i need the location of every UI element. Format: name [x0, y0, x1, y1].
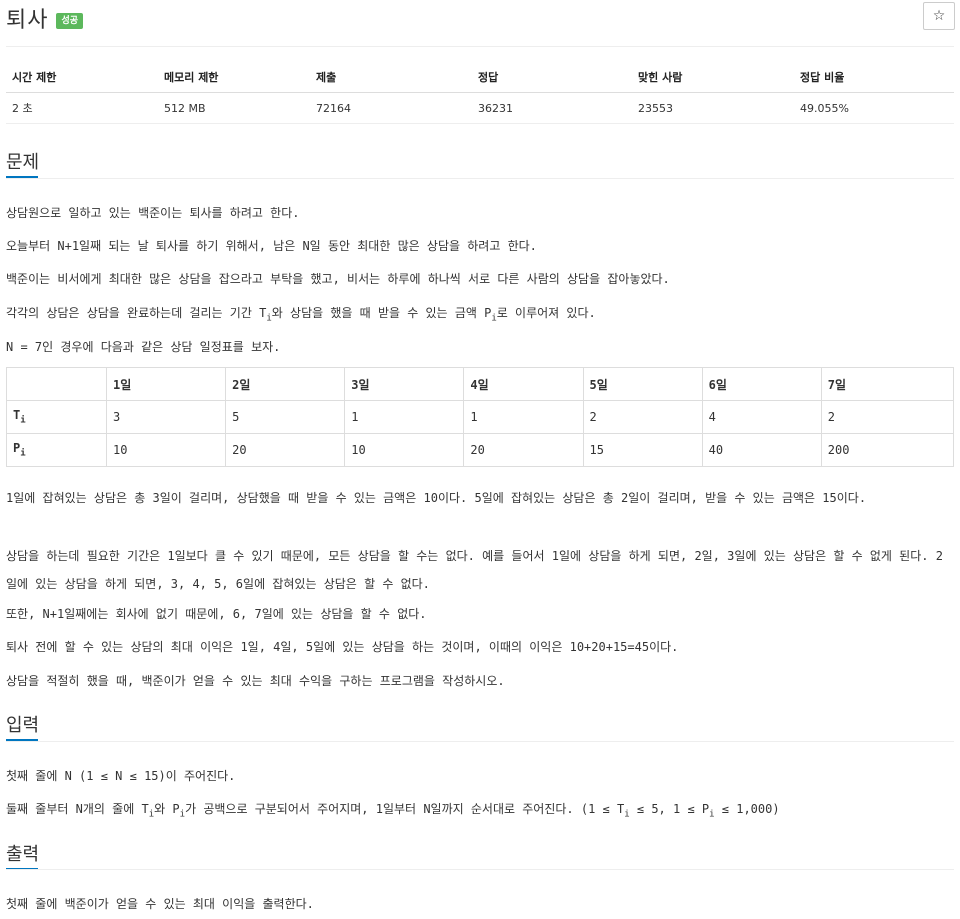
schedule-row-t: Ti 3 5 1 1 2 4 2 — [6, 400, 955, 434]
stats-value: 72164 — [310, 92, 472, 124]
schedule-cell: 10 — [344, 433, 465, 467]
favorite-button[interactable]: ☆ — [923, 2, 955, 30]
schedule-day-header: 4일 — [463, 367, 584, 401]
schedule-cell: 40 — [701, 433, 822, 467]
stats-header: 메모리 제한 — [158, 62, 310, 93]
text: ≤ 5, 1 ≤ P — [629, 802, 710, 816]
section-title: 출력 — [6, 844, 40, 865]
stats-table: 시간 제한 메모리 제한 제출 정답 맞힌 사람 정답 비율 2 초 512 M… — [6, 62, 954, 124]
divider — [6, 46, 954, 47]
stats-header: 제출 — [310, 62, 472, 93]
subscript: i — [20, 448, 26, 459]
section-title: 문제 — [6, 152, 40, 173]
schedule-table: 1일 2일 3일 4일 5일 6일 7일 Ti 3 5 1 1 2 4 2 Pi… — [6, 367, 955, 467]
schedule-cell: 2 — [820, 400, 955, 434]
schedule-corner-cell — [6, 367, 107, 401]
schedule-cell: 15 — [582, 433, 703, 467]
schedule-cell: 20 — [225, 433, 346, 467]
description-paragraph: 상담을 하는데 필요한 기간은 1일보다 클 수 있기 때문에, 모든 상담을 … — [6, 549, 943, 591]
output-paragraph: 첫째 줄에 백준이가 얻을 수 있는 최대 이익을 출력한다. — [6, 897, 314, 911]
text: 로 이루어져 있다. — [496, 306, 596, 320]
text: 가 공백으로 구분되어서 주어지며, 1일부터 N일까지 순서대로 주어진다. … — [185, 802, 625, 816]
description-paragraph: 상담원으로 일하고 있는 백준이는 퇴사를 하려고 한다. — [6, 206, 300, 220]
stats-value: 36231 — [472, 92, 632, 124]
input-paragraph: 첫째 줄에 N (1 ≤ N ≤ 15)이 주어진다. — [6, 769, 236, 783]
schedule-row-p: Pi 10 20 10 20 15 40 200 — [6, 433, 955, 467]
stats-value: 512 MB — [158, 92, 310, 124]
description-paragraph: 오늘부터 N+1일째 되는 날 퇴사를 하기 위해서, 남은 N일 동안 최대한… — [6, 239, 537, 253]
description-paragraph: 상담을 적절히 했을 때, 백준이가 얻을 수 있는 최대 수익을 구하는 프로… — [6, 674, 505, 688]
divider — [6, 869, 954, 870]
status-badge: 성공 — [56, 13, 84, 29]
schedule-day-header: 2일 — [225, 367, 346, 401]
description-paragraph: 또한, N+1일째에는 회사에 없기 때문에, 6, 7일에 있는 상담을 할 … — [6, 607, 427, 621]
stats-value: 2 초 — [6, 92, 158, 124]
section-heading-problem: 문제 — [6, 148, 40, 178]
stats-header: 정답 — [472, 62, 632, 93]
text: 각각의 상담은 상담을 완료하는데 걸리는 기간 T — [6, 306, 267, 320]
description-paragraph: 백준이는 비서에게 최대한 많은 상담을 잡으라고 부탁을 했고, 비서는 하루… — [6, 272, 670, 286]
stats-header-row: 시간 제한 메모리 제한 제출 정답 맞힌 사람 정답 비율 — [6, 62, 954, 93]
schedule-cell: 20 — [463, 433, 584, 467]
description-paragraph: 퇴사 전에 할 수 있는 상담의 최대 이익은 1일, 4일, 5일에 있는 상… — [6, 640, 679, 654]
stats-header: 시간 제한 — [6, 62, 158, 93]
stats-header: 맞힌 사람 — [632, 62, 794, 93]
schedule-day-header: 6일 — [701, 367, 822, 401]
schedule-cell: 2 — [582, 400, 703, 434]
section-heading-output: 출력 — [6, 840, 40, 870]
schedule-cell: 3 — [105, 400, 227, 434]
subscript: i — [20, 415, 26, 426]
description-paragraph: 각각의 상담은 상담을 완료하는데 걸리는 기간 Ti와 상담을 했을 때 받을… — [6, 299, 951, 332]
section-title: 입력 — [6, 715, 40, 736]
divider — [6, 178, 954, 179]
description-paragraph: 1일에 잡혀있는 상담은 총 3일이 걸리며, 상담했을 때 받을 수 있는 금… — [6, 491, 867, 505]
schedule-cell: 1 — [344, 400, 465, 434]
text: 와 상담을 했을 때 받을 수 있는 금액 P — [271, 306, 492, 320]
section-heading-input: 입력 — [6, 711, 40, 741]
row-header-p: Pi — [6, 433, 107, 467]
text: 둘째 줄부터 N개의 줄에 T — [6, 802, 149, 816]
text: ≤ 1,000) — [714, 802, 780, 816]
stats-value: 49.055% — [794, 92, 954, 124]
stats-value: 23553 — [632, 92, 794, 124]
schedule-cell: 4 — [701, 400, 822, 434]
schedule-cell: 5 — [225, 400, 346, 434]
divider — [6, 741, 954, 742]
schedule-cell: 1 — [463, 400, 584, 434]
star-icon: ☆ — [932, 8, 946, 24]
schedule-cell: 10 — [105, 433, 227, 467]
stats-value-row: 2 초 512 MB 72164 36231 23553 49.055% — [6, 92, 954, 124]
text: 와 P — [154, 802, 180, 816]
problem-title: 퇴사 — [6, 8, 49, 33]
description-paragraph: N = 7인 경우에 다음과 같은 상담 일정표를 보자. — [6, 340, 281, 354]
row-header-t: Ti — [6, 400, 107, 434]
schedule-day-header: 5일 — [582, 367, 703, 401]
schedule-header-row: 1일 2일 3일 4일 5일 6일 7일 — [6, 367, 955, 401]
title-row: 퇴사 성공 — [6, 2, 84, 34]
schedule-day-header: 3일 — [344, 367, 465, 401]
schedule-day-header: 1일 — [105, 367, 227, 401]
stats-header: 정답 비율 — [794, 62, 954, 93]
schedule-day-header: 7일 — [820, 367, 955, 401]
input-paragraph: 둘째 줄부터 N개의 줄에 Ti와 Pi가 공백으로 구분되어서 주어지며, 1… — [6, 795, 951, 828]
schedule-cell: 200 — [820, 433, 955, 467]
